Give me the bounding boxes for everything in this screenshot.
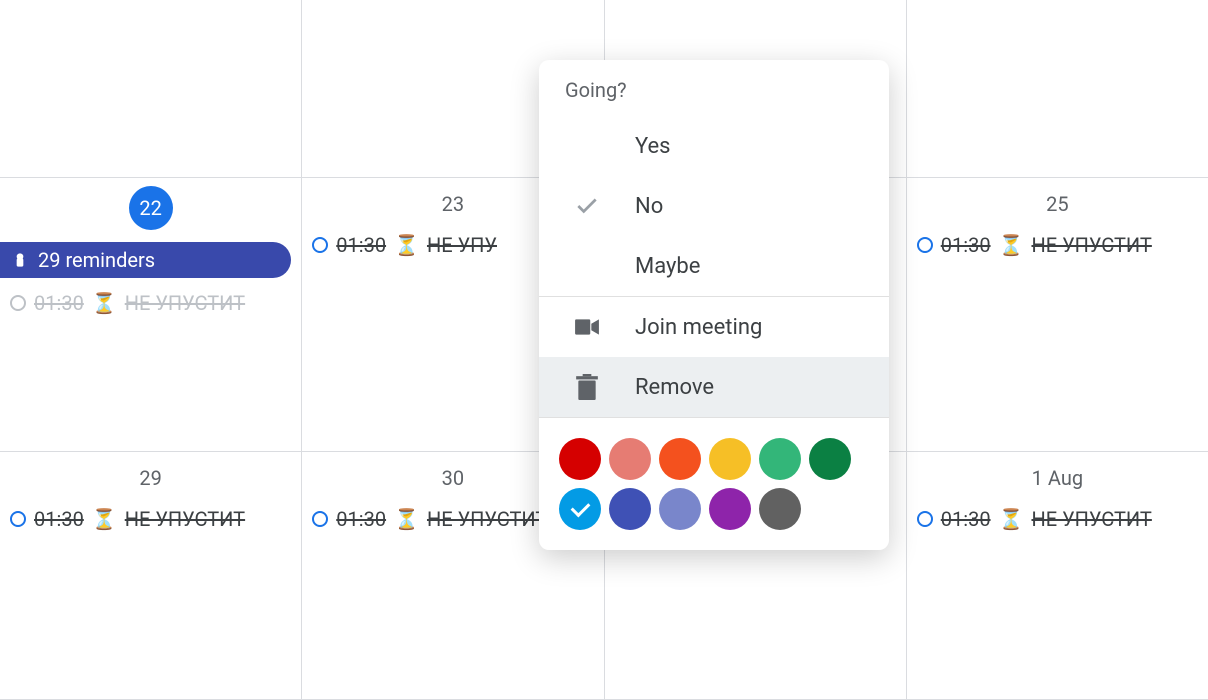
color-swatch[interactable] [709, 488, 751, 530]
event-time: 01:30 [941, 233, 991, 257]
calendar-event[interactable]: 01:30 ⏳ НЕ УПУСТИТ [0, 502, 301, 536]
event-time: 01:30 [941, 507, 991, 531]
event-circle-icon [312, 511, 328, 527]
day-cell [907, 0, 1208, 177]
hourglass-icon: ⏳ [92, 507, 117, 531]
rsvp-yes[interactable]: Yes [539, 116, 889, 176]
day-cell[interactable]: 25 01:30 ⏳ НЕ УПУСТИТ [907, 178, 1208, 451]
reminders-chip[interactable]: 29 reminders [0, 242, 291, 278]
color-swatch[interactable] [759, 488, 801, 530]
day-number: 29 [0, 466, 301, 490]
event-circle-icon [10, 511, 26, 527]
color-swatch[interactable] [659, 438, 701, 480]
day-cell[interactable]: 29 01:30 ⏳ НЕ УПУСТИТ [0, 452, 302, 699]
today-badge[interactable]: 22 [129, 186, 173, 230]
calendar-event[interactable]: 01:30 ⏳ НЕ УПУСТИТ [0, 286, 301, 320]
event-time: 01:30 [34, 507, 84, 531]
hourglass-icon: ⏳ [394, 233, 419, 257]
day-number: 1 Aug [907, 466, 1208, 490]
event-time: 01:30 [336, 507, 386, 531]
day-cell[interactable]: 22 29 reminders 01:30 ⏳ НЕ УПУСТИТ [0, 178, 302, 451]
join-meeting[interactable]: Join meeting [539, 297, 889, 357]
day-cell [0, 0, 302, 177]
hourglass-icon: ⏳ [999, 233, 1024, 257]
event-title: НЕ УПУСТИТ [427, 507, 547, 531]
hourglass-icon: ⏳ [999, 507, 1024, 531]
remove-event[interactable]: Remove [539, 357, 889, 417]
color-swatch[interactable] [559, 488, 601, 530]
color-swatch[interactable] [809, 438, 851, 480]
color-swatch[interactable] [659, 488, 701, 530]
reminders-label: 29 reminders [38, 248, 155, 272]
calendar-event[interactable]: 01:30 ⏳ НЕ УПУСТИТ [907, 228, 1208, 262]
event-time: 01:30 [336, 233, 386, 257]
check-icon [539, 193, 635, 219]
event-title: НЕ УПУСТИТ [1031, 233, 1151, 257]
color-swatch[interactable] [609, 438, 651, 480]
color-swatch[interactable] [759, 438, 801, 480]
event-title: НЕ УПУ [427, 233, 497, 257]
hourglass-icon: ⏳ [92, 291, 117, 315]
hourglass-icon: ⏳ [394, 507, 419, 531]
color-picker [539, 418, 889, 550]
reminder-icon [10, 250, 30, 270]
calendar-event[interactable]: 01:30 ⏳ НЕ УПУСТИТ [907, 502, 1208, 536]
event-title: НЕ УПУСТИТ [1031, 507, 1151, 531]
color-swatch[interactable] [609, 488, 651, 530]
menu-heading: Going? [539, 60, 889, 116]
event-title: НЕ УПУСТИТ [125, 291, 245, 315]
event-circle-icon [312, 237, 328, 253]
color-swatch[interactable] [559, 438, 601, 480]
day-cell[interactable]: 1 Aug 01:30 ⏳ НЕ УПУСТИТ [907, 452, 1208, 699]
event-context-menu: Going? Yes No Maybe Join meeting Remove [539, 60, 889, 550]
day-number: 25 [907, 192, 1208, 216]
trash-icon [539, 374, 635, 400]
event-circle-icon [10, 295, 26, 311]
rsvp-maybe[interactable]: Maybe [539, 236, 889, 296]
event-circle-icon [917, 237, 933, 253]
rsvp-no[interactable]: No [539, 176, 889, 236]
event-time: 01:30 [34, 291, 84, 315]
color-swatch[interactable] [709, 438, 751, 480]
video-icon [539, 316, 635, 338]
event-title: НЕ УПУСТИТ [125, 507, 245, 531]
event-circle-icon [917, 511, 933, 527]
